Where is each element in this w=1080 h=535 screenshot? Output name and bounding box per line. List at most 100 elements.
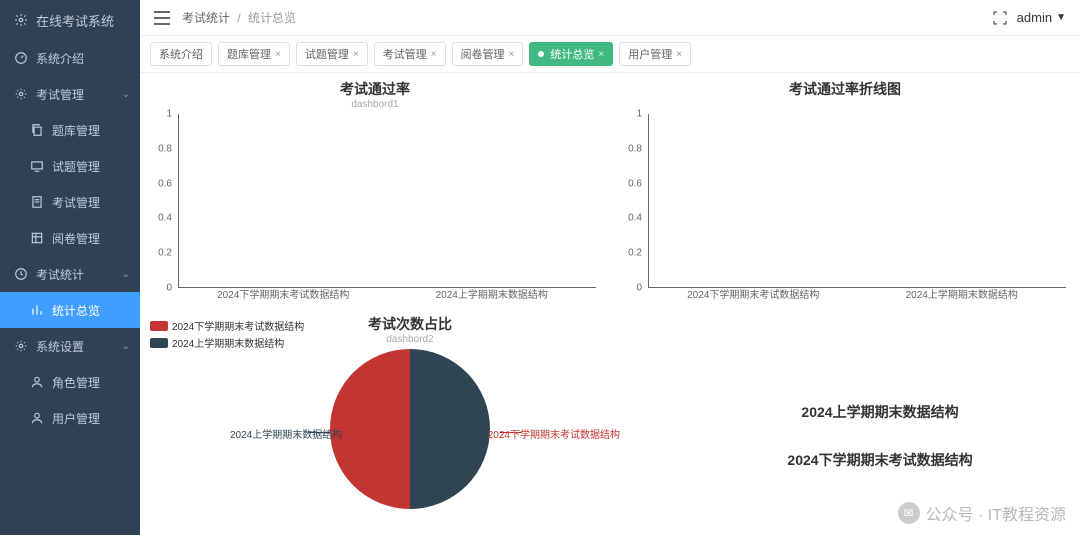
tab-label: 统计总览 <box>550 46 594 62</box>
sidebar-item-label: 系统设置 <box>36 338 84 355</box>
breadcrumb-root[interactable]: 考试统计 <box>182 11 230 25</box>
tab-label: 阅卷管理 <box>461 46 505 62</box>
y-tick: 1 <box>636 109 642 120</box>
chevron-down-icon: ⌄ <box>122 341 130 352</box>
close-icon[interactable]: × <box>598 49 604 60</box>
fullscreen-icon[interactable] <box>993 11 1007 25</box>
doc-icon <box>30 195 44 209</box>
y-tick: 0.4 <box>628 213 642 224</box>
sidebar-subitem[interactable]: 角色管理 <box>0 364 140 400</box>
legend-label: 2024下学期期末考试数据结构 <box>172 318 304 333</box>
copy-icon <box>30 123 44 137</box>
sidebar-item[interactable]: 系统设置 ⌄ <box>0 328 140 364</box>
user-menu[interactable]: admin ▼ <box>1017 10 1066 25</box>
sidebar-item-label: 统计总览 <box>52 302 100 319</box>
x-tick: 2024下学期期末考试数据结构 <box>687 286 819 301</box>
sidebar-item-label: 角色管理 <box>52 374 100 391</box>
brand: 在线考试系统 <box>0 0 140 40</box>
y-tick: 0.6 <box>628 178 642 189</box>
sidebar-subitem[interactable]: 统计总览 <box>0 292 140 328</box>
sidebar-subitem[interactable]: 试题管理 <box>0 148 140 184</box>
sidebar: 在线考试系统 系统介绍考试管理⌄题库管理试题管理考试管理阅卷管理考试统计⌄统计总… <box>0 0 140 535</box>
tab[interactable]: 题库管理 × <box>218 42 290 66</box>
tabsbar: 系统介绍题库管理×试题管理×考试管理×阅卷管理×统计总览×用户管理× <box>140 36 1080 73</box>
user-label: admin <box>1017 10 1052 25</box>
x-tick: 2024上学期期末数据结构 <box>906 286 1018 301</box>
y-tick: 0 <box>166 283 172 294</box>
legend-item[interactable]: 2024上学期期末数据结构 <box>150 335 304 350</box>
clock-icon <box>14 267 28 281</box>
tab[interactable]: 试题管理× <box>296 42 368 66</box>
sidebar-item[interactable]: 系统介绍 <box>0 40 140 76</box>
close-icon[interactable]: × <box>676 49 682 60</box>
breadcrumb-sep: / <box>237 11 240 25</box>
tab[interactable]: 考试管理× <box>374 42 446 66</box>
close-icon[interactable]: × <box>275 49 281 60</box>
tab[interactable]: 统计总览 × <box>529 42 613 66</box>
tab-label: 题库管理 <box>227 46 271 62</box>
chart-pass-rate-line: 考试通过率折线图 00.20.40.60.812024下学期期末考试数据结构20… <box>620 79 1070 304</box>
chart-icon <box>30 303 44 317</box>
sidebar-subitem[interactable]: 阅卷管理 <box>0 220 140 256</box>
main: 考试统计 / 统计总览 admin ▼ 系统介绍题库管理×试题管理×考试管理×阅… <box>140 0 1080 535</box>
chart-title: 考试通过率折线图 <box>620 79 1070 99</box>
tab[interactable]: 用户管理 × <box>619 42 691 66</box>
sidebar-item[interactable]: 考试管理 ⌄ <box>0 76 140 112</box>
legend-item[interactable]: 2024下学期期末考试数据结构 <box>150 318 304 333</box>
breadcrumb: 考试统计 / 统计总览 <box>182 9 296 26</box>
close-icon[interactable]: × <box>353 49 359 60</box>
y-tick: 0.2 <box>628 248 642 259</box>
chart-subtitle: dashbord1 <box>150 99 600 110</box>
y-tick: 0.6 <box>158 178 172 189</box>
breadcrumb-current: 统计总览 <box>248 11 296 25</box>
sidebar-subitem[interactable]: 考试管理 <box>0 184 140 220</box>
caret-down-icon: ▼ <box>1056 12 1066 23</box>
sidebar-subitem[interactable]: 题库管理 <box>0 112 140 148</box>
x-tick: 2024上学期期末数据结构 <box>436 286 548 301</box>
y-tick: 0.2 <box>158 248 172 259</box>
chart-title: 考试通过率 <box>150 79 600 99</box>
legend-label: 2024上学期期末数据结构 <box>172 335 284 350</box>
sidebar-item-label: 用户管理 <box>52 410 100 427</box>
sidebar-item-label: 系统介绍 <box>36 50 84 67</box>
pie-legend: 2024下学期期末考试数据结构 2024上学期期末数据结构 <box>150 318 304 352</box>
tab-label: 用户管理 <box>628 46 672 62</box>
hamburger-icon[interactable] <box>154 11 170 25</box>
sidebar-item-label: 阅卷管理 <box>52 230 100 247</box>
chart-subtitle <box>620 99 1070 110</box>
chart-pie: 2024下学期期末考试数据结构 2024上学期期末数据结构 考试次数占比 dash… <box>150 314 670 509</box>
tab-label: 系统介绍 <box>159 46 203 62</box>
close-icon[interactable]: × <box>509 49 515 60</box>
gear-icon <box>14 339 28 353</box>
rank-item: 2024上学期期末数据结构 <box>690 402 1070 422</box>
chevron-down-icon: ⌄ <box>122 269 130 280</box>
pie-leader-line <box>500 432 522 433</box>
close-icon[interactable]: × <box>431 49 437 60</box>
chart-subtitle: dashbord2 <box>386 334 433 345</box>
y-tick: 0.8 <box>158 143 172 154</box>
user-icon <box>30 411 44 425</box>
sidebar-item-label: 题库管理 <box>52 122 100 139</box>
pie-graphic <box>330 349 490 509</box>
tab[interactable]: 阅卷管理 × <box>452 42 524 66</box>
brand-label: 在线考试系统 <box>36 11 114 30</box>
sidebar-item-label: 试题管理 <box>52 158 100 175</box>
pie-slice-label: 2024上学期期末数据结构 <box>230 426 342 441</box>
sidebar-item-label: 考试管理 <box>36 86 84 103</box>
sidebar-subitem[interactable]: 用户管理 <box>0 400 140 436</box>
dash-icon <box>14 51 28 65</box>
sidebar-item-label: 考试统计 <box>36 266 84 283</box>
sheet-icon <box>30 231 44 245</box>
rank-item: 2024下学期期末考试数据结构 <box>690 450 1070 470</box>
tab[interactable]: 系统介绍 <box>150 42 212 66</box>
gear-icon <box>14 87 28 101</box>
legend-swatch <box>150 321 168 331</box>
sidebar-item[interactable]: 考试统计 ⌄ <box>0 256 140 292</box>
x-tick: 2024下学期期末考试数据结构 <box>217 286 349 301</box>
chart-title: 考试次数占比 <box>368 314 452 334</box>
chevron-down-icon: ⌄ <box>122 89 130 100</box>
pie-leader-line <box>308 432 330 433</box>
y-tick: 0 <box>636 283 642 294</box>
y-tick: 1 <box>166 109 172 120</box>
gear-icon <box>14 13 28 27</box>
